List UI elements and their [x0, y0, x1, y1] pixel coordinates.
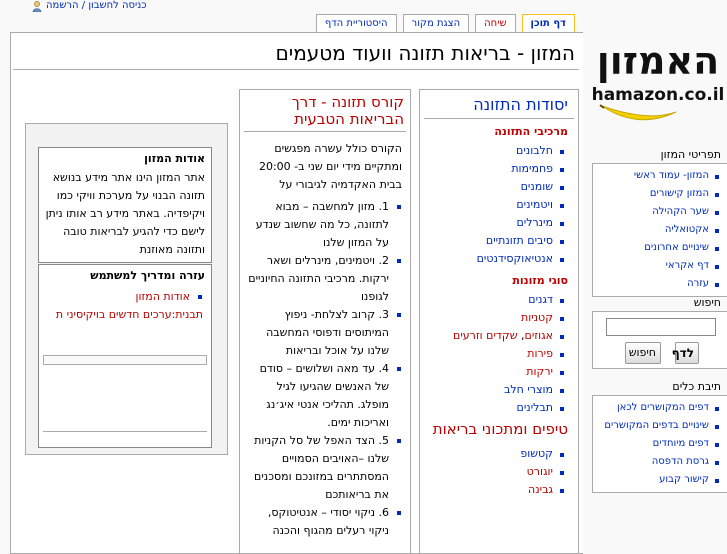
food-types-list: דגנים קטניות אגוזים, שקדים וזרעים פירות … [420, 291, 578, 417]
toolbox-item-special-pages[interactable]: דפים מיוחדים [595, 435, 719, 453]
scroll-bar[interactable] [43, 355, 207, 365]
go-button[interactable]: לדף [672, 342, 699, 364]
search-title: חיפוש [693, 296, 721, 309]
list-item: 3. קרוב לצלחת- ניפוץ המיתוסים ודפוסי המח… [246, 306, 402, 360]
list-item: קטניות [420, 309, 564, 327]
course-title: קורס תזונה - דרך הבריאות הטבעית [291, 93, 404, 129]
tab-article[interactable]: דף תוכן [521, 14, 575, 32]
sidebar-item-community[interactable]: שער הקהילה [595, 203, 719, 221]
toolbox-title: תיבת כלים [672, 380, 721, 393]
navigation-title: תפריטי המזון [660, 148, 721, 161]
sidebar-item-links[interactable]: המזון קישורים [595, 185, 719, 203]
toolbox-item-what-links-here[interactable]: דפים המקושרים לכאן [595, 399, 719, 417]
personal-tools: כניסה לחשבון / הרשמה [0, 0, 300, 14]
course-sessions-list: 1. מזון למחשבה – מבוא לתזונה, כל מה שחשו… [240, 198, 410, 540]
nutrition-basics-title: יסודות התזונה [473, 95, 568, 114]
tips-heading: טיפים ומתכוני בריאות [432, 420, 568, 439]
logo-main-text: האמזון [597, 39, 720, 83]
tips-list: קטשופ יוגורט גבינה [420, 445, 578, 499]
divider [424, 118, 574, 120]
help-list: אודות המזון [39, 288, 211, 306]
template-link[interactable]: תבנית:ערכים חדשים בויקיסיני ת [39, 306, 211, 324]
about-title: אודות המזון [144, 152, 205, 165]
about-box: אודות המזון אתר המזון הינו אתר מידע בנוש… [38, 147, 212, 263]
course-intro: הקורס כולל עשרה מפגשים ומתקיים מידי יום … [258, 141, 402, 191]
sidebar-item-help[interactable]: עזרה [595, 275, 719, 293]
page-title: המזון - בריאות תזונה וועוד מטעמים [275, 41, 575, 65]
toolbox-item-print-version[interactable]: גרסת הדפסה [595, 453, 719, 471]
list-item: קטשופ [420, 445, 564, 463]
nutrition-basics-box: יסודות התזונה מרכיבי התזונה חלבונים פחמי… [419, 89, 579, 553]
sidebar-item-current-events[interactable]: אקטואליה [595, 221, 719, 239]
toolbox-portlet: תיבת כלים דפים המקושרים לכאן שינויים בדפ… [592, 380, 727, 493]
title-divider [13, 69, 579, 70]
nutrients-heading: מרכיבי התזונה [494, 125, 568, 139]
sidebar-item-random-page[interactable]: דף אקראי [595, 257, 719, 275]
tab-view-source[interactable]: הצגת מקור [402, 14, 470, 32]
search-portlet: חיפוש לדף חיפוש [592, 296, 727, 369]
tab-talk[interactable]: שיחה [475, 14, 516, 32]
help-box: עזרה ומדריך למשתמש אודות המזון תבנית:ערכ… [38, 264, 212, 448]
page-tabs: דף תוכן שיחה הצגת מקור היסטוריית הדף [315, 14, 575, 32]
user-icon [32, 1, 42, 12]
content-area: המזון - בריאות תזונה וועוד מטעמים יסודות… [10, 32, 583, 554]
sidebar-item-recent-changes[interactable]: שינויים אחרונים [595, 239, 719, 257]
list-item: אנטיאוקסידנטים [420, 250, 564, 268]
list-item: מוצרי חלב [420, 381, 564, 399]
course-box: קורס תזונה - דרך הבריאות הטבעית הקורס כו… [239, 89, 411, 553]
list-item: 6. ניקוי יסודי – אנטיטוקס, ניקוי רעלים מ… [246, 504, 402, 540]
sidebar-item-main-page[interactable]: המזון- עמוד ראשי [595, 167, 719, 185]
list-item: תבלינים [420, 399, 564, 417]
list-item: ירקות [420, 363, 564, 381]
site-logo[interactable]: האמזון hamazon.co.il [588, 22, 727, 137]
search-body: לדף חיפוש [592, 311, 727, 369]
list-item: גבינה [420, 481, 564, 499]
list-item: אודות המזון [43, 288, 203, 306]
list-item: 1. מזון למחשבה – מבוא לתזונה, כל מה שחשו… [246, 198, 402, 252]
list-item: דגנים [420, 291, 564, 309]
nutrients-list: חלבונים פחמימות שומנים ויטמינים מינרלים … [420, 142, 578, 268]
divider [43, 431, 207, 432]
list-item: אגוזים, שקדים וזרעים [420, 327, 564, 345]
food-types-heading: סוגי מזונות [512, 274, 568, 288]
list-item: חלבונים [420, 142, 564, 160]
about-text: אתר המזון הינו אתר מידע בנושא תזונה הבנו… [45, 171, 205, 256]
logo-sub-text: hamazon.co.il [592, 85, 725, 105]
toolbox-body: דפים המקושרים לכאן שינויים בדפים המקושרי… [592, 395, 727, 493]
toolbox-item-permalink[interactable]: קישור קבוע [595, 471, 719, 489]
list-item: פחמימות [420, 160, 564, 178]
list-item: פירות [420, 345, 564, 363]
navigation-portlet: תפריטי המזון המזון- עמוד ראשי המזון קישו… [592, 148, 727, 297]
info-panel: אודות המזון אתר המזון הינו אתר מידע בנוש… [25, 123, 228, 455]
logo-graphic: האמזון hamazon.co.il [592, 39, 725, 121]
tab-history[interactable]: היסטוריית הדף [315, 14, 397, 32]
list-item: 2. ויטמינים, מינרלים ושאר ירקות. מרכיבי … [246, 252, 402, 306]
toolbox-item-related-changes[interactable]: שינויים בדפים המקושרים [595, 417, 719, 435]
navigation-body: המזון- עמוד ראשי המזון קישורים שער הקהיל… [592, 163, 727, 297]
list-item: ויטמינים [420, 196, 564, 214]
login-link[interactable]: כניסה לחשבון / הרשמה [46, 0, 147, 11]
search-button[interactable]: חיפוש [625, 342, 661, 364]
search-input[interactable] [606, 318, 716, 336]
list-item: 5. הצד האפל של סל הקניות שלנו –האויבים ה… [246, 432, 402, 504]
list-item: סיבים תזונתיים [420, 232, 564, 250]
list-item: 4. עד מאה ושלושים – סודם של האנשים שהגיע… [246, 360, 402, 432]
help-title: עזרה ומדריך למשתמש [90, 269, 205, 282]
list-item: שומנים [420, 178, 564, 196]
list-item: יוגורט [420, 463, 564, 481]
banana-icon [601, 105, 677, 121]
list-item: מינרלים [420, 214, 564, 232]
